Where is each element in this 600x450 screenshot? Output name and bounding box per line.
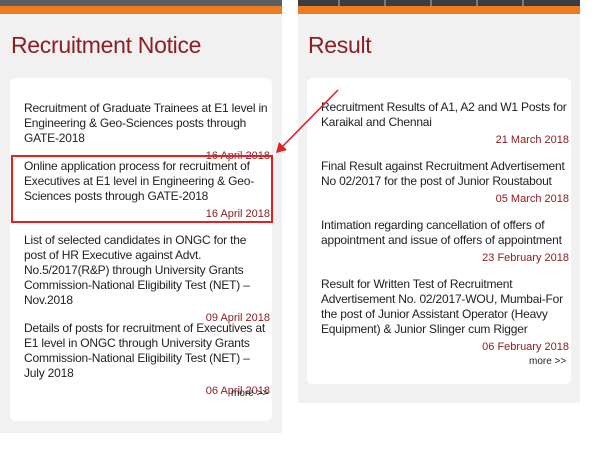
recruitment-list: Recruitment of Graduate Trainees at E1 l… xyxy=(10,78,272,421)
result-item-date: 06 February 2018 xyxy=(482,341,569,353)
recruitment-title: Recruitment Notice xyxy=(11,32,202,58)
result-item[interactable]: Final Result against Recruitment Adverti… xyxy=(321,159,569,206)
result-item-title[interactable]: Intimation regarding cancellation of off… xyxy=(321,218,569,248)
recruitment-more-link[interactable]: more >> xyxy=(231,388,268,399)
result-item-title[interactable]: Recruitment Results of A1, A2 and W1 Pos… xyxy=(321,100,569,130)
recruitment-item-title[interactable]: Details of posts for recruitment of Exec… xyxy=(24,321,270,381)
result-item[interactable]: Intimation regarding cancellation of off… xyxy=(321,218,569,265)
result-item-date: 21 March 2018 xyxy=(495,134,569,146)
result-title: Result xyxy=(308,32,372,58)
recruitment-item[interactable]: Details of posts for recruitment of Exec… xyxy=(24,321,270,398)
result-item[interactable]: Result for Written Test of Recruitment A… xyxy=(321,277,569,354)
header-banner-strip xyxy=(0,0,282,14)
result-item-title[interactable]: Final Result against Recruitment Adverti… xyxy=(321,159,569,189)
result-list: Recruitment Results of A1, A2 and W1 Pos… xyxy=(307,78,571,384)
result-item-date: 23 February 2018 xyxy=(482,252,569,264)
recruitment-item-title[interactable]: Recruitment of Graduate Trainees at E1 l… xyxy=(24,101,270,146)
result-item[interactable]: Recruitment Results of A1, A2 and W1 Pos… xyxy=(321,100,569,147)
result-item-date: 05 March 2018 xyxy=(495,193,569,205)
highlight-box xyxy=(11,155,273,223)
result-item-title[interactable]: Result for Written Test of Recruitment A… xyxy=(321,277,569,337)
result-more-link[interactable]: more >> xyxy=(529,356,566,367)
recruitment-item-title[interactable]: List of selected candidates in ONGC for … xyxy=(24,233,270,308)
recruitment-item[interactable]: List of selected candidates in ONGC for … xyxy=(24,233,270,325)
header-banner-strip xyxy=(298,0,580,14)
recruitment-item[interactable]: Recruitment of Graduate Trainees at E1 l… xyxy=(24,101,270,163)
